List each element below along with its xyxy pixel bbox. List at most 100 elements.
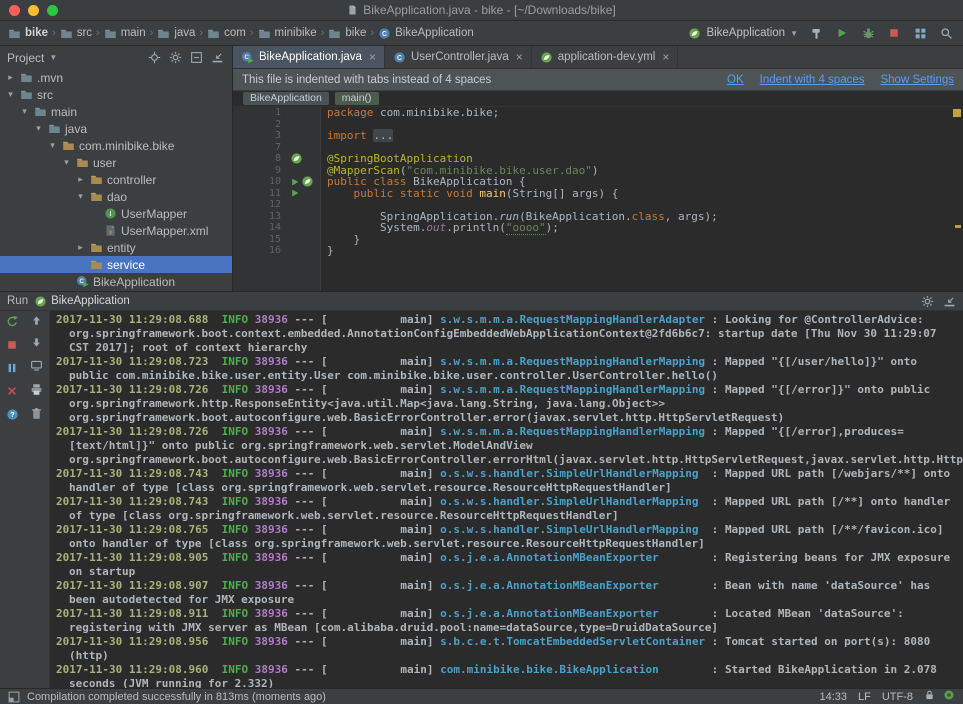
indent-with-4-spaces-link[interactable]: Indent with 4 spaces bbox=[760, 74, 865, 86]
line-number: 16 bbox=[233, 245, 287, 257]
trash-button[interactable] bbox=[30, 407, 43, 423]
tree-item-service[interactable]: service bbox=[0, 256, 232, 273]
editor-breadcrumb-bikeapplication[interactable]: BikeApplication bbox=[243, 92, 329, 105]
print-button[interactable] bbox=[30, 383, 43, 399]
spring-icon bbox=[540, 51, 553, 64]
search-button[interactable] bbox=[937, 24, 955, 42]
tree-chevron-icon[interactable]: ▾ bbox=[5, 89, 16, 100]
tree-item-usermapper[interactable]: IUserMapper bbox=[0, 205, 232, 222]
tree-chevron-icon[interactable]: ▾ bbox=[75, 191, 86, 202]
nav-crumb-bike[interactable]: bike bbox=[8, 27, 48, 40]
run-gutter-icon[interactable] bbox=[290, 188, 300, 198]
pause-icon bbox=[6, 362, 18, 374]
line-number: 8 bbox=[233, 153, 287, 165]
stop-button[interactable] bbox=[885, 24, 903, 42]
show-settings-link[interactable]: Show Settings bbox=[880, 74, 954, 86]
line-number: 9 bbox=[233, 165, 287, 177]
gutter-icons bbox=[287, 119, 321, 131]
lock-icon[interactable] bbox=[924, 689, 935, 704]
nav-crumb-label: java bbox=[174, 27, 195, 39]
print-icon bbox=[30, 383, 43, 396]
grid-button[interactable] bbox=[911, 24, 929, 42]
hide-icon[interactable] bbox=[209, 50, 225, 66]
run-tab[interactable]: BikeApplication bbox=[34, 295, 130, 308]
gear-icon[interactable] bbox=[167, 50, 183, 66]
zoom-window-button[interactable] bbox=[47, 5, 58, 16]
locate-icon[interactable] bbox=[146, 50, 162, 66]
run-button[interactable] bbox=[833, 24, 851, 42]
hammer-button[interactable] bbox=[807, 24, 825, 42]
svg-text:x: x bbox=[109, 229, 112, 236]
tree-chevron-icon[interactable]: ▸ bbox=[75, 174, 86, 185]
tree-item-entity[interactable]: ▸ entity bbox=[0, 239, 232, 256]
up-button[interactable] bbox=[31, 315, 42, 329]
tree-item-user[interactable]: ▾user bbox=[0, 154, 232, 171]
nav-crumb-label: minibike bbox=[275, 27, 317, 39]
stop-button[interactable] bbox=[6, 339, 18, 354]
tree-chevron-icon[interactable]: ▾ bbox=[47, 140, 58, 151]
editor-tab-usercontroller-java[interactable]: CUserController.java× bbox=[385, 46, 532, 68]
toolwindow-switcher-icon[interactable] bbox=[8, 691, 20, 703]
run-console[interactable]: 2017-11-30 11:29:08.688 INFO 38936 --- [… bbox=[50, 311, 963, 688]
line-ending-widget[interactable]: LF bbox=[858, 691, 871, 703]
tree-chevron-icon[interactable]: ▸ bbox=[5, 72, 16, 83]
close-button[interactable] bbox=[6, 385, 18, 400]
line-number: 12 bbox=[233, 199, 287, 211]
ok-link[interactable]: OK bbox=[727, 74, 744, 86]
nav-crumb-label: BikeApplication bbox=[395, 27, 474, 39]
tree-item-com-minibike-bike[interactable]: ▾com.minibike.bike bbox=[0, 137, 232, 154]
tree-item-label: entity bbox=[107, 241, 136, 255]
nav-crumb-java[interactable]: java bbox=[157, 27, 195, 40]
tree-item-mvn[interactable]: ▸.mvn bbox=[0, 69, 232, 86]
tree-chevron-icon[interactable]: ▾ bbox=[61, 157, 72, 168]
tree-chevron-icon[interactable]: ▸ bbox=[75, 242, 86, 253]
tree-item-controller[interactable]: ▸controller bbox=[0, 171, 232, 188]
help-button[interactable]: ? bbox=[6, 408, 19, 424]
rerun-button[interactable] bbox=[6, 315, 19, 331]
status-bar: Compilation completed successfully in 81… bbox=[0, 688, 963, 704]
line-number: 10 bbox=[233, 176, 287, 188]
project-header-label[interactable]: Project bbox=[7, 51, 44, 65]
nav-crumb-main[interactable]: main bbox=[104, 27, 146, 40]
editor-tab-bikeapplication-java[interactable]: CBikeApplication.java× bbox=[233, 46, 385, 68]
editor-breadcrumb-main[interactable]: main() bbox=[335, 92, 379, 105]
pause-button[interactable] bbox=[6, 362, 18, 377]
nav-crumb-com[interactable]: com bbox=[207, 27, 246, 40]
minimize-window-button[interactable] bbox=[28, 5, 39, 16]
tree-item-bikeapplication[interactable]: CBikeApplication bbox=[0, 273, 232, 290]
svg-text:C: C bbox=[397, 54, 402, 61]
tab-close-icon[interactable]: × bbox=[516, 51, 523, 63]
tab-close-icon[interactable]: × bbox=[369, 51, 376, 63]
hide-tool-window-icon[interactable] bbox=[943, 295, 956, 308]
run-gutter-icon[interactable] bbox=[290, 177, 300, 187]
nav-crumb-minibike[interactable]: minibike bbox=[258, 27, 317, 40]
nav-crumb-bikeapplication[interactable]: CBikeApplication bbox=[378, 27, 474, 40]
tree-chevron-icon[interactable]: ▾ bbox=[33, 123, 44, 134]
tab-close-icon[interactable]: × bbox=[662, 51, 669, 63]
tree-item-src[interactable]: ▾src bbox=[0, 86, 232, 103]
down-button[interactable] bbox=[31, 337, 42, 351]
nav-crumb-bike[interactable]: bike bbox=[328, 27, 366, 40]
tree-item-usermapper-xml[interactable]: xUserMapper.xml bbox=[0, 222, 232, 239]
editor-tab-label: application-dev.yml bbox=[558, 51, 656, 63]
chevron-down-icon[interactable]: ▼ bbox=[49, 53, 57, 62]
tree-item-dao[interactable]: ▾ dao bbox=[0, 188, 232, 205]
tree-chevron-icon[interactable]: ▾ bbox=[19, 106, 30, 117]
debug-button[interactable] bbox=[859, 24, 877, 42]
hector-icon[interactable] bbox=[943, 689, 955, 704]
toolbar-actions: BikeApplication ▼ bbox=[678, 24, 955, 42]
tree-item-label: dao bbox=[107, 190, 127, 204]
monitor-button[interactable] bbox=[30, 359, 43, 375]
run-settings-gear-icon[interactable] bbox=[921, 295, 934, 308]
spring-icon bbox=[301, 175, 314, 188]
tree-item-main[interactable]: ▾main bbox=[0, 103, 232, 120]
editor-tab-application-dev-yml[interactable]: application-dev.yml × bbox=[532, 46, 679, 68]
close-window-button[interactable] bbox=[9, 5, 20, 16]
window-controls bbox=[0, 5, 58, 16]
tree-item-java[interactable]: ▾java bbox=[0, 120, 232, 137]
run-configuration-select[interactable]: BikeApplication ▼ bbox=[688, 27, 798, 40]
code-editor[interactable]: 1package com.minibike.bike;23import ...7… bbox=[233, 107, 963, 291]
nav-crumb-src[interactable]: src bbox=[60, 27, 92, 40]
collapse-icon[interactable] bbox=[188, 50, 204, 66]
encoding-widget[interactable]: UTF-8 bbox=[882, 691, 913, 703]
